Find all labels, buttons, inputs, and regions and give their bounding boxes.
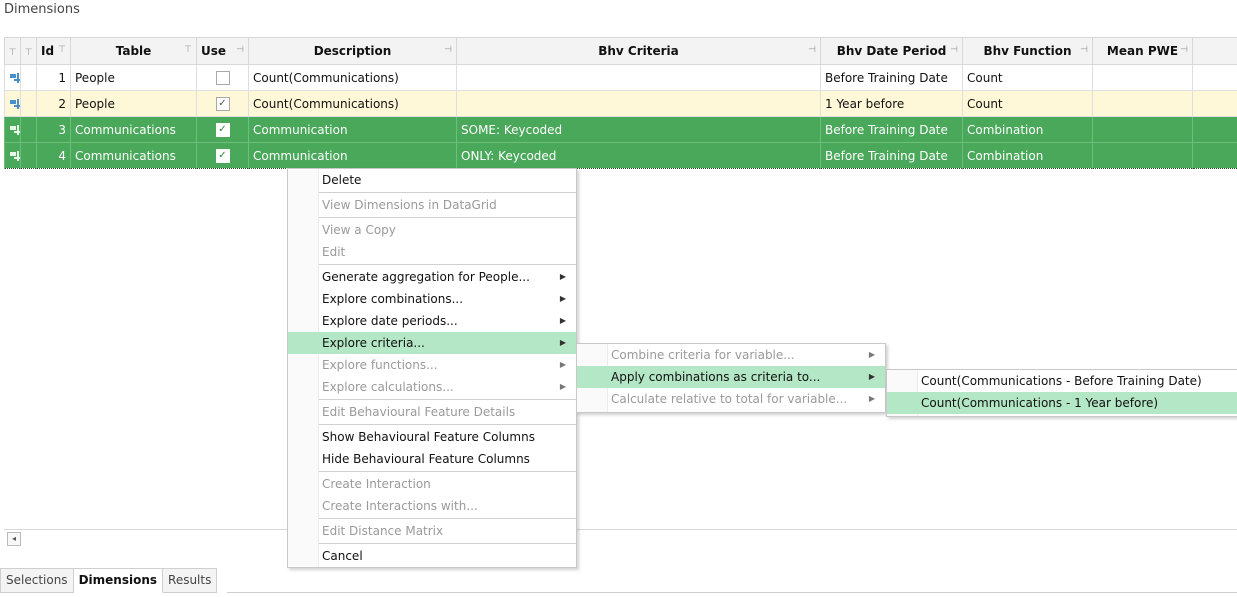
cell-description: Communication [248, 116, 457, 143]
menu-item-explore-date-periods[interactable]: Explore date periods... ▶ [288, 310, 576, 332]
submenu-arrow-icon: ▶ [559, 382, 566, 391]
cell-table: Communications [70, 142, 197, 169]
scroll-left-icon[interactable]: ◂ [7, 532, 21, 546]
menu-item-create-interaction[interactable]: Create Interaction [288, 473, 576, 495]
tab-dimensions[interactable]: Dimensions [73, 568, 164, 593]
table-row[interactable]: 1 People Count(Communications) Before Tr… [4, 64, 1237, 91]
menu-item-delete[interactable]: Delete [288, 169, 576, 191]
apply-combinations-submenu: Count(Communications - Before Training D… [886, 369, 1237, 417]
row-icon [4, 116, 21, 143]
menu-item-cancel[interactable]: Cancel [288, 545, 576, 567]
cell-description: Communication [248, 142, 457, 169]
menu-item-edit-bhv-feature-details[interactable]: Edit Behavioural Feature Details [288, 401, 576, 423]
menu-item-view-copy[interactable]: View a Copy [288, 219, 576, 241]
cell-function: Count [962, 90, 1093, 117]
pin-column-header[interactable]: ⊤ [4, 37, 21, 65]
cell-date-period: Before Training Date [820, 116, 963, 143]
horizontal-scrollbar[interactable]: ◂ [4, 529, 1237, 546]
cell-date-period: 1 Year before [820, 90, 963, 117]
menu-item-explore-functions[interactable]: Explore functions... ▶ [288, 354, 576, 376]
cell-table: People [70, 64, 197, 91]
column-header-use[interactable]: Use ⊣ [196, 37, 249, 65]
menu-item-show-bhv-columns[interactable]: Show Behavioural Feature Columns [288, 426, 576, 448]
cell-table: People [70, 90, 197, 117]
submenu-arrow-icon: ▶ [868, 350, 875, 359]
pin-column-header-2[interactable]: ⊤ [20, 37, 37, 65]
cell-mean-pwe [1092, 142, 1193, 169]
cell-criteria: SOME: Keycoded [456, 116, 821, 143]
column-header-mean-pwe[interactable]: Mean PWE ⊣ [1092, 37, 1193, 65]
row-icon [4, 90, 21, 117]
cell-mean-pwe [1092, 90, 1193, 117]
column-header-id[interactable]: Id ⊤ [36, 37, 71, 65]
cell-function: Count [962, 64, 1093, 91]
cell-id: 4 [36, 142, 71, 169]
menu-item-explore-criteria[interactable]: Explore criteria... ▶ [288, 332, 576, 354]
cell-table: Communications [70, 116, 197, 143]
row-icon [4, 64, 21, 91]
cell-criteria [456, 64, 821, 91]
column-header-bhv-date-period[interactable]: Bhv Date Period ⊣ [820, 37, 963, 65]
submenu-arrow-icon: ▶ [559, 360, 566, 369]
submenu-arrow-icon: ▶ [559, 338, 566, 347]
context-menu: Delete View Dimensions in DataGrid View … [287, 168, 577, 568]
cell-id: 3 [36, 116, 71, 143]
panel-title: Dimensions [4, 2, 80, 17]
cell-date-period: Before Training Date [820, 142, 963, 169]
cell-description: Count(Communications) [248, 64, 457, 91]
submenu-item-count-1-year-before[interactable]: Count(Communications - 1 Year before) [887, 392, 1237, 414]
cell-criteria: ONLY: Keycoded [456, 142, 821, 169]
menu-item-create-interactions-with[interactable]: Create Interactions with... [288, 495, 576, 517]
submenu-item-combine-criteria[interactable]: Combine criteria for variable... ▶ [577, 344, 885, 366]
cell-mean-pwe [1092, 116, 1193, 143]
cell-id: 1 [36, 64, 71, 91]
cell-function: Combination [962, 116, 1093, 143]
tab-results[interactable]: Results [163, 568, 218, 593]
submenu-arrow-icon: ▶ [868, 394, 875, 403]
cell-date-period: Before Training Date [820, 64, 963, 91]
dimensions-grid: ⊤ ⊤ Id ⊤ Table ⊤ Use ⊣ Description ⊣ Bhv Cri… [4, 37, 1237, 169]
table-row[interactable]: 3 Communications ✓ Communication SOME: K… [4, 116, 1237, 143]
submenu-item-calculate-relative[interactable]: Calculate relative to total for variable… [577, 388, 885, 410]
cell-function: Combination [962, 142, 1093, 169]
row-icon [4, 142, 21, 169]
bottom-tab-strip: Selections Dimensions Results [0, 568, 218, 593]
column-header-bhv-criteria[interactable]: Bhv Criteria ⊣ [456, 37, 821, 65]
column-header-extra[interactable] [1192, 37, 1237, 65]
column-header-table[interactable]: Table ⊤ [70, 37, 197, 65]
use-checkbox[interactable]: ✓ [196, 116, 249, 143]
menu-item-edit[interactable]: Edit [288, 241, 576, 263]
cell-mean-pwe [1092, 64, 1193, 91]
cell-id: 2 [36, 90, 71, 117]
menu-item-explore-calculations[interactable]: Explore calculations... ▶ [288, 376, 576, 398]
column-header-description[interactable]: Description ⊣ [248, 37, 457, 65]
submenu-item-count-before-training[interactable]: Count(Communications - Before Training D… [887, 370, 1237, 392]
criteria-submenu: Combine criteria for variable... ▶ Apply … [576, 343, 886, 413]
submenu-arrow-icon: ▶ [559, 316, 566, 325]
menu-item-hide-bhv-columns[interactable]: Hide Behavioural Feature Columns [288, 448, 576, 470]
submenu-arrow-icon: ▶ [559, 272, 566, 281]
use-checkbox[interactable]: ✓ [196, 90, 249, 117]
tab-selections[interactable]: Selections [0, 568, 74, 593]
cell-criteria [456, 90, 821, 117]
table-row[interactable]: 2 People ✓ Count(Communications) 1 Year … [4, 90, 1237, 117]
cell-description: Count(Communications) [248, 90, 457, 117]
menu-item-explore-combinations[interactable]: Explore combinations... ▶ [288, 288, 576, 310]
submenu-item-apply-combinations[interactable]: Apply combinations as criteria to... ▶ [577, 366, 885, 388]
table-row[interactable]: 4 Communications ✓ Communication ONLY: K… [4, 142, 1237, 169]
use-checkbox[interactable]: ✓ [196, 142, 249, 169]
submenu-arrow-icon: ▶ [559, 294, 566, 303]
submenu-arrow-icon: ▶ [868, 372, 875, 381]
use-checkbox[interactable] [196, 64, 249, 91]
column-header-bhv-function[interactable]: Bhv Function ⊣ [962, 37, 1093, 65]
menu-item-generate-aggregation[interactable]: Generate aggregation for People... ▶ [288, 266, 576, 288]
menu-item-view-dimensions-datagrid[interactable]: View Dimensions in DataGrid [288, 194, 576, 216]
menu-item-edit-distance-matrix[interactable]: Edit Distance Matrix [288, 520, 576, 542]
